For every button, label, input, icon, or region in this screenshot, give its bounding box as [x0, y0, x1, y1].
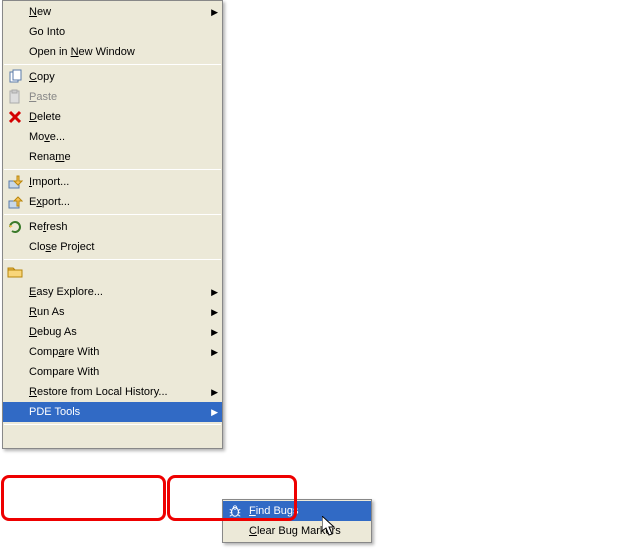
import-icon	[5, 173, 25, 191]
menu-item-export[interactable]: Export...	[3, 192, 222, 212]
submenu-item-label: Find Bugs	[249, 505, 367, 517]
submenu-arrow-icon: ▶	[208, 327, 218, 338]
blank-icon	[5, 283, 25, 301]
menu-item-easy-explore[interactable]	[3, 262, 222, 282]
menu-item-find-bugs[interactable]: PDE Tools ▶	[3, 402, 222, 422]
menu-item-pde-tools[interactable]: Restore from Local History... ▶	[3, 382, 222, 402]
blank-icon	[5, 403, 25, 421]
blank-icon	[5, 428, 25, 446]
menu-item-label: Move...	[29, 131, 218, 143]
menu-item-label: Go Into	[29, 26, 218, 38]
blank-icon	[5, 3, 25, 21]
menu-item-import[interactable]: Import...	[3, 172, 222, 192]
find-bugs-submenu: Find Bugs Clear Bug Markers	[222, 499, 372, 543]
blank-icon	[5, 148, 25, 166]
copy-icon	[5, 68, 25, 86]
menu-item-label: Copy	[29, 71, 218, 83]
blank-icon	[5, 323, 25, 341]
menu-item-move[interactable]: Move...	[3, 127, 222, 147]
blank-icon	[5, 128, 25, 146]
menu-item-compare-with[interactable]: Compare With ▶	[3, 342, 222, 362]
paste-icon	[5, 88, 25, 106]
menu-item-label: PDE Tools	[29, 406, 208, 418]
menu-separator	[4, 259, 221, 260]
menu-item-new[interactable]: New ▶	[3, 2, 222, 22]
menu-item-restore-local-history[interactable]: Compare With	[3, 362, 222, 382]
bug-icon	[225, 502, 245, 520]
menu-item-label: Compare With	[29, 346, 208, 358]
menu-item-label: Delete	[29, 111, 218, 123]
menu-item-close-project[interactable]: Close Project	[3, 237, 222, 257]
menu-item-delete[interactable]: Delete	[3, 107, 222, 127]
blank-icon	[5, 43, 25, 61]
export-icon	[5, 193, 25, 211]
menu-item-refresh[interactable]: Refresh	[3, 217, 222, 237]
menu-item-label: Refresh	[29, 221, 218, 233]
menu-item-rename[interactable]: Rename	[3, 147, 222, 167]
context-menu: New ▶ Go Into Open in New Window Copy Pa…	[2, 0, 223, 449]
menu-separator	[4, 169, 221, 170]
submenu-arrow-icon: ▶	[208, 387, 218, 398]
menu-item-label: Import...	[29, 176, 218, 188]
menu-separator	[4, 64, 221, 65]
blank-icon	[5, 343, 25, 361]
menu-item-label: Paste	[29, 91, 218, 103]
refresh-icon	[5, 218, 25, 236]
submenu-item-label: Clear Bug Markers	[249, 525, 367, 537]
blank-icon	[5, 238, 25, 256]
menu-item-paste: Paste	[3, 87, 222, 107]
submenu-arrow-icon: ▶	[208, 307, 218, 318]
menu-item-label: Run As	[29, 306, 208, 318]
menu-item-label: New	[29, 6, 208, 18]
submenu-arrow-icon: ▶	[208, 347, 218, 358]
menu-item-label: Easy Explore...	[29, 286, 208, 298]
folder-icon	[5, 263, 25, 281]
blank-icon	[225, 522, 245, 540]
blank-icon	[5, 303, 25, 321]
annotation-highlight	[1, 475, 166, 521]
menu-item-label: Open in New Window	[29, 46, 218, 58]
menu-item-label: Export...	[29, 196, 218, 208]
blank-icon	[5, 23, 25, 41]
menu-item-debug-as[interactable]: Run As ▶	[3, 302, 222, 322]
submenu-arrow-icon: ▶	[208, 7, 218, 18]
menu-item-go-into[interactable]: Go Into	[3, 22, 222, 42]
menu-separator	[4, 424, 221, 425]
menu-item-label: Debug As	[29, 326, 208, 338]
menu-item-label: Restore from Local History...	[29, 386, 208, 398]
menu-item-team[interactable]: Debug As ▶	[3, 322, 222, 342]
delete-icon	[5, 108, 25, 126]
menu-item-run-as[interactable]: Easy Explore... ▶	[3, 282, 222, 302]
menu-separator	[4, 214, 221, 215]
submenu-arrow-icon: ▶	[208, 287, 218, 298]
submenu-item-find-bugs[interactable]: Find Bugs	[223, 501, 371, 521]
menu-item-label: Compare With	[29, 366, 218, 378]
menu-item-properties[interactable]	[3, 427, 222, 447]
submenu-item-clear-bug-markers[interactable]: Clear Bug Markers	[223, 521, 371, 541]
menu-item-copy[interactable]: Copy	[3, 67, 222, 87]
menu-item-open-new-window[interactable]: Open in New Window	[3, 42, 222, 62]
submenu-arrow-icon: ▶	[208, 407, 218, 418]
menu-item-label: Rename	[29, 151, 218, 163]
menu-item-label: Close Project	[29, 241, 218, 253]
blank-icon	[5, 383, 25, 401]
blank-icon	[5, 363, 25, 381]
